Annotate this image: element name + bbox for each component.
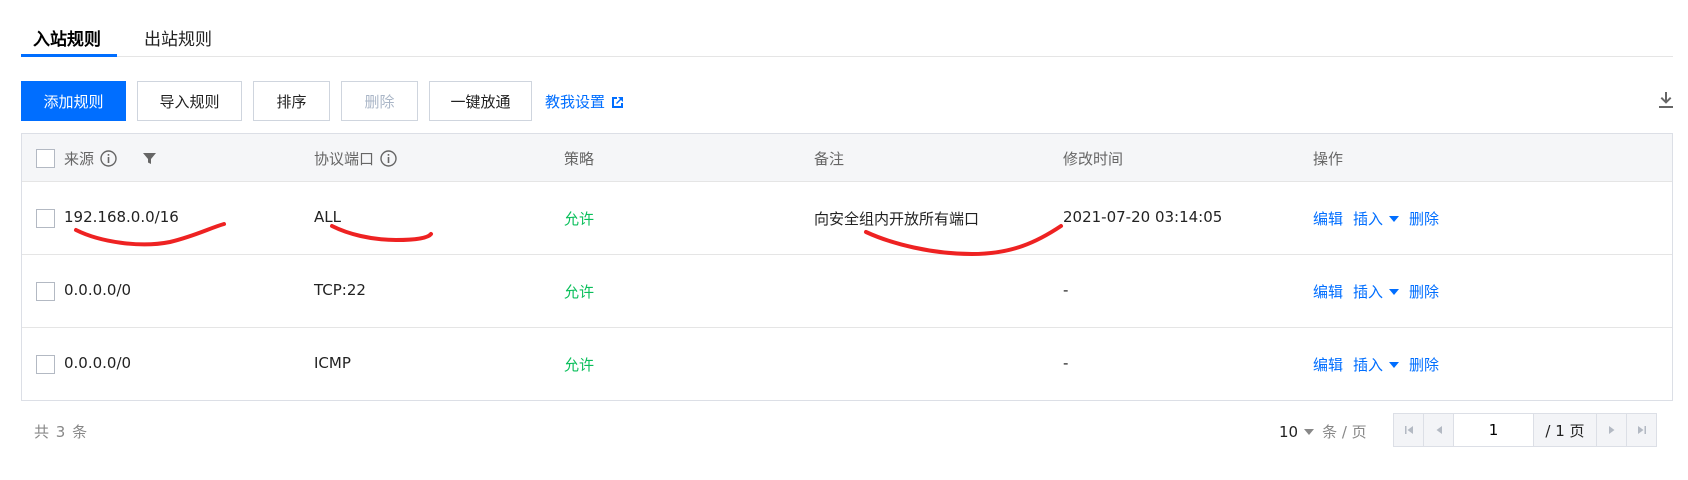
first-page-icon	[1404, 426, 1413, 434]
cell-protocol: TCP:22	[314, 281, 366, 299]
help-link[interactable]: 教我设置	[545, 91, 624, 112]
open-all-button[interactable]: 一键放通	[429, 81, 532, 121]
rule-tabs: 入站规则 出站规则	[21, 0, 1673, 57]
row-checkbox[interactable]	[36, 282, 55, 301]
caret-down-icon	[1389, 362, 1400, 368]
row-checkbox[interactable]	[36, 209, 55, 228]
row-actions: 编辑 插入 删除	[1313, 354, 1439, 375]
cell-source: 0.0.0.0/0	[64, 354, 132, 372]
row-checkbox[interactable]	[36, 355, 55, 374]
cell-modified: -	[1063, 354, 1069, 372]
cell-source: 192.168.0.0/16	[64, 208, 179, 226]
sort-button[interactable]: 排序	[253, 81, 330, 121]
add-rule-button[interactable]: 添加规则	[21, 81, 126, 121]
header-remark: 备注	[814, 150, 845, 168]
next-page-icon	[1608, 426, 1614, 434]
caret-down-icon	[1389, 289, 1400, 295]
page-size-select[interactable]: 10 条 / 页	[1279, 421, 1367, 442]
total-pages: / 1 页	[1534, 414, 1596, 446]
help-link-label: 教我设置	[545, 93, 606, 111]
table-row: 192.168.0.0/16 ALL 允许 向安全组内开放所有端口 2021-0…	[22, 182, 1672, 255]
caret-down-icon	[1304, 428, 1315, 435]
prev-page-button[interactable]	[1424, 414, 1454, 446]
cell-modified: 2021-07-20 03:14:05	[1063, 208, 1223, 226]
tab-outbound[interactable]: 出站规则	[144, 25, 212, 50]
header-protocol-port: 协议端口	[314, 148, 397, 169]
filter-icon[interactable]	[143, 152, 157, 165]
edit-link[interactable]: 编辑	[1313, 208, 1343, 229]
page-size-unit: 条 / 页	[1322, 423, 1367, 441]
delete-link[interactable]: 删除	[1409, 208, 1439, 229]
edit-link[interactable]: 编辑	[1313, 281, 1343, 302]
select-all-checkbox[interactable]	[36, 149, 55, 168]
header-actions: 操作	[1313, 150, 1344, 168]
table-footer: 共 3 条 10 条 / 页 / 1 页	[21, 413, 1673, 447]
header-modified: 修改时间	[1063, 150, 1124, 168]
row-actions: 编辑 插入 删除	[1313, 281, 1439, 302]
table-row: 0.0.0.0/0 ICMP 允许 - 编辑 插入 删除	[22, 328, 1672, 401]
import-rule-button[interactable]: 导入规则	[137, 81, 242, 121]
cell-remark: 向安全组内开放所有端口	[814, 210, 980, 228]
insert-dropdown[interactable]: 插入	[1353, 354, 1400, 375]
caret-down-icon	[1389, 216, 1400, 222]
header-protocol-label: 协议端口	[314, 150, 375, 168]
cell-protocol: ICMP	[314, 354, 351, 372]
insert-dropdown[interactable]: 插入	[1353, 281, 1400, 302]
info-icon[interactable]	[100, 150, 117, 167]
first-page-button[interactable]	[1394, 414, 1424, 446]
row-actions: 编辑 插入 删除	[1313, 208, 1439, 229]
cell-policy: 允许	[564, 283, 595, 301]
external-link-icon	[612, 97, 624, 108]
active-tab-indicator	[21, 54, 117, 57]
delete-link[interactable]: 删除	[1409, 354, 1439, 375]
toolbar: 添加规则 导入规则 排序 删除 一键放通 教我设置	[21, 81, 1673, 121]
table-header: 来源 协议端口 策略 备注 修改时间 操作	[22, 134, 1672, 182]
rules-table: 来源 协议端口 策略 备注 修改时间 操作 192.168.0.0/16 ALL…	[21, 133, 1673, 401]
header-source: 来源	[64, 148, 157, 169]
last-page-icon	[1637, 426, 1646, 434]
download-icon[interactable]	[1659, 91, 1673, 109]
insert-dropdown[interactable]: 插入	[1353, 208, 1400, 229]
insert-label: 插入	[1353, 356, 1384, 374]
total-count: 共 3 条	[34, 423, 89, 441]
next-page-button[interactable]	[1596, 414, 1626, 446]
page-size-value: 10	[1279, 422, 1299, 441]
table-row: 0.0.0.0/0 TCP:22 允许 - 编辑 插入 删除	[22, 255, 1672, 328]
header-policy: 策略	[564, 150, 595, 168]
delete-button[interactable]: 删除	[341, 81, 418, 121]
insert-label: 插入	[1353, 283, 1384, 301]
tab-inbound[interactable]: 入站规则	[33, 25, 101, 50]
delete-link[interactable]: 删除	[1409, 281, 1439, 302]
cell-policy: 允许	[564, 210, 595, 228]
cell-source: 0.0.0.0/0	[64, 281, 132, 299]
edit-link[interactable]: 编辑	[1313, 354, 1343, 375]
page-number-input[interactable]	[1454, 414, 1534, 446]
info-icon[interactable]	[380, 150, 397, 167]
cell-protocol: ALL	[314, 208, 341, 226]
insert-label: 插入	[1353, 210, 1384, 228]
cell-policy: 允许	[564, 356, 595, 374]
header-source-label: 来源	[64, 150, 95, 168]
prev-page-icon	[1436, 426, 1442, 434]
cell-modified: -	[1063, 281, 1069, 299]
pagination: / 1 页	[1393, 413, 1657, 447]
last-page-button[interactable]	[1626, 414, 1656, 446]
